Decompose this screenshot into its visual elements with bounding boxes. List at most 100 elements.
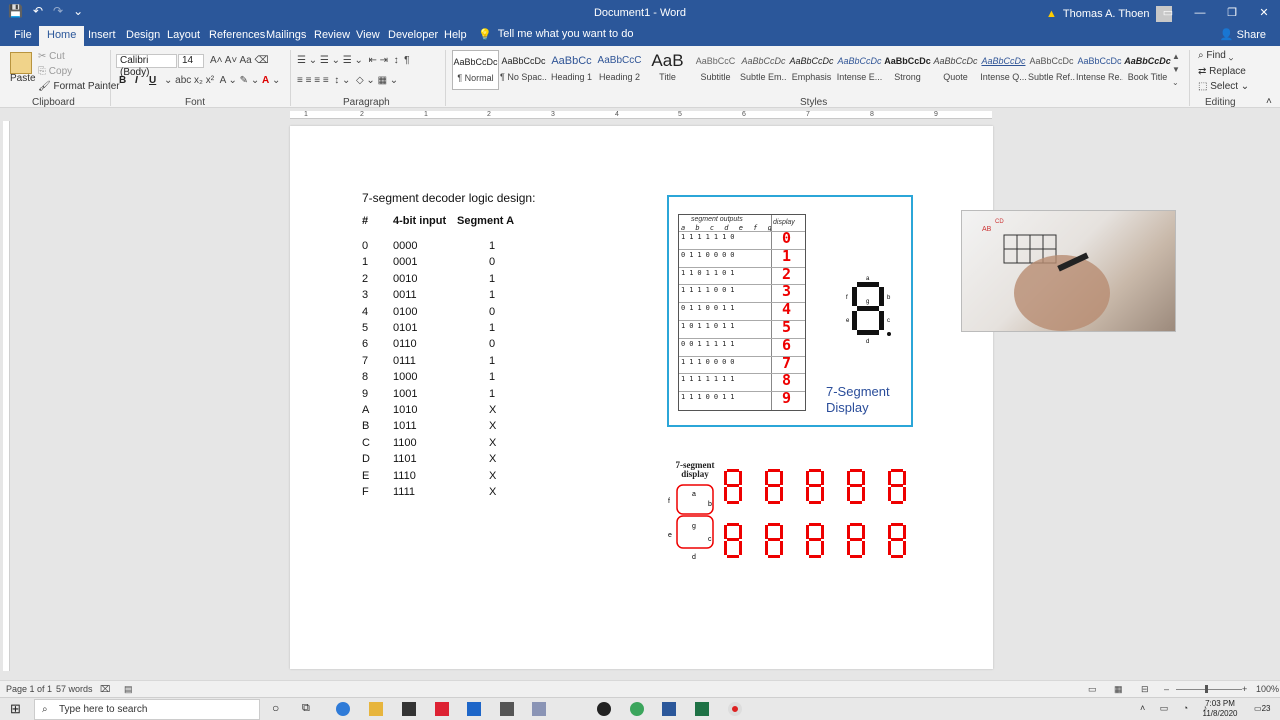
- style-preview: AaBbCcDc: [1124, 56, 1171, 66]
- seg-label-f: f: [668, 498, 670, 505]
- excel-icon[interactable]: [695, 702, 709, 716]
- style-subtle-emphasis[interactable]: AaBbCcDc Subtle Em...: [740, 50, 787, 90]
- style-normal[interactable]: AaBbCcDc ¶ Normal: [452, 50, 499, 90]
- display-segment: [806, 525, 809, 539]
- segment-display-figure[interactable]: 7-segment display a b c d e f g: [668, 458, 928, 563]
- gallery-scroll[interactable]: ▲ ▼ ⌄: [1172, 50, 1180, 89]
- style-book-title[interactable]: AaBbCcDc Book Title: [1124, 50, 1171, 90]
- text-effects-buttons[interactable]: ⌄ abc x₂ x² A ⌄ ✎ ⌄ A ⌄: [164, 75, 280, 86]
- store-icon[interactable]: [402, 702, 416, 716]
- ruler-number: 2: [360, 111, 364, 118]
- style-name: Heading 2: [598, 72, 641, 82]
- zoom-slider[interactable]: [1176, 689, 1242, 690]
- clock-app-icon[interactable]: [597, 702, 611, 716]
- ribbon-tabs: File Home Insert Design Layout Reference…: [0, 26, 1280, 46]
- row-input: 1100: [393, 436, 417, 449]
- read-mode-icon[interactable]: ▭: [1088, 684, 1097, 695]
- tell-me-box[interactable]: 💡 Tell me what you want to do: [478, 28, 633, 41]
- font-size-dropdown[interactable]: 14: [178, 54, 204, 68]
- customize-qat-icon[interactable]: ⌄: [73, 4, 83, 18]
- row-number: 6: [362, 338, 369, 351]
- save-icon[interactable]: 💾: [8, 4, 23, 18]
- underline-button[interactable]: U: [149, 75, 156, 86]
- italic-button[interactable]: I: [135, 75, 138, 86]
- format-painter-button[interactable]: 🖌 Format Painter: [38, 81, 120, 92]
- macro-icon[interactable]: ▤: [124, 684, 133, 695]
- font-name-dropdown[interactable]: Calibri (Body): [116, 54, 177, 78]
- outlook-icon[interactable]: [467, 702, 481, 716]
- tab-help[interactable]: Help: [436, 26, 475, 46]
- taskbar-search[interactable]: ⌕ Type here to search: [34, 699, 260, 720]
- horizontal-ruler[interactable]: 1 2 1 2 3 4 5 6 7 8 9: [290, 111, 992, 119]
- redo-icon[interactable]: ↷: [53, 4, 63, 18]
- word-count[interactable]: 57 words: [56, 684, 93, 694]
- notification-icon[interactable]: ▭23: [1254, 702, 1270, 716]
- ribbon-display-options-icon[interactable]: ▭: [1152, 0, 1184, 26]
- windows-start-icon[interactable]: ⊞: [10, 702, 24, 717]
- style-strong[interactable]: AaBbCcDc Strong: [884, 50, 931, 90]
- zoom-in-icon[interactable]: +: [1242, 684, 1247, 694]
- style-subtitle[interactable]: AaBbCcC Subtitle: [692, 50, 739, 90]
- style-emphasis[interactable]: AaBbCcDc Emphasis: [788, 50, 835, 90]
- print-layout-icon[interactable]: ▦: [1114, 684, 1123, 695]
- row-segment-a: 0: [489, 256, 496, 269]
- photos-icon[interactable]: [500, 702, 514, 716]
- style-no-spacing[interactable]: AaBbCcDc ¶ No Spac...: [500, 50, 547, 90]
- collapse-ribbon-icon[interactable]: ˄: [1266, 96, 1272, 107]
- style-intense-reference[interactable]: AaBbCcDc Intense Re...: [1076, 50, 1123, 90]
- style-quote[interactable]: AaBbCcDc Quote: [932, 50, 979, 90]
- edge-icon[interactable]: [336, 702, 350, 716]
- display-segment: [727, 523, 739, 526]
- list-buttons[interactable]: ☰ ⌄ ☰ ⌄ ☰ ⌄ ⇤ ⇥ ↕ ¶: [297, 55, 410, 66]
- word-icon[interactable]: [662, 702, 676, 716]
- style-subtle-reference[interactable]: AaBbCcDc Subtle Ref...: [1028, 50, 1075, 90]
- share-button[interactable]: 👤 Share: [1220, 28, 1266, 41]
- vertical-ruler[interactable]: [3, 121, 10, 671]
- cut-button[interactable]: ✂ Cut: [38, 51, 65, 62]
- style-title[interactable]: AaB Title: [644, 50, 691, 90]
- copy-label: Copy: [48, 66, 73, 77]
- style-intense-quote[interactable]: AaBbCcDc Intense Q...: [980, 50, 1027, 90]
- select-label: Select: [1210, 81, 1239, 92]
- record-icon[interactable]: [728, 702, 742, 716]
- close-icon[interactable]: ✕: [1248, 0, 1280, 26]
- style-heading-2[interactable]: AaBbCcC Heading 2: [596, 50, 643, 90]
- segment-label-g: g: [866, 299, 869, 305]
- select-button[interactable]: ⬚ Select ⌄: [1198, 81, 1249, 92]
- display-segment: [862, 525, 865, 539]
- restore-icon[interactable]: ❐: [1216, 0, 1248, 26]
- tab-home[interactable]: Home: [39, 26, 85, 46]
- zoom-out-icon[interactable]: –: [1164, 684, 1169, 694]
- caption-line-1: 7-Segment: [826, 384, 890, 399]
- proofing-icon[interactable]: ⌧: [100, 684, 110, 695]
- display-segment: [903, 471, 906, 485]
- tab-insert[interactable]: Insert: [80, 26, 124, 46]
- paste-icon[interactable]: [10, 52, 32, 74]
- replace-button[interactable]: ⇄ Replace: [1198, 66, 1246, 77]
- web-layout-icon[interactable]: ⊟: [1141, 684, 1149, 695]
- undo-icon[interactable]: ↶: [33, 4, 43, 18]
- file-explorer-icon[interactable]: [369, 702, 383, 716]
- seven-segment-digit: [888, 469, 906, 504]
- segment-outputs-figure[interactable]: segment outputs display a b c d e f g 11…: [667, 195, 913, 427]
- minimize-icon[interactable]: —: [1184, 0, 1216, 26]
- acrobat-icon[interactable]: [435, 702, 449, 716]
- document-page[interactable]: 7-segment decoder logic design: # 4-bit …: [290, 126, 993, 669]
- paste-button[interactable]: Paste: [10, 73, 36, 84]
- copy-button[interactable]: ⎘ Copy: [38, 66, 72, 77]
- page-count[interactable]: Page 1 of 1: [6, 684, 52, 694]
- zoom-level[interactable]: 100%: [1256, 684, 1279, 694]
- style-heading-1[interactable]: AaBbCc Heading 1: [548, 50, 595, 90]
- system-clock[interactable]: 7:03 PM 11/8/2020: [1198, 699, 1242, 719]
- font-size-buttons[interactable]: A˄ A˅ Aa ⌫: [210, 55, 269, 66]
- bold-button[interactable]: B: [119, 75, 126, 86]
- zoom-slider-thumb[interactable]: [1205, 685, 1208, 693]
- alignment-buttons[interactable]: ≡ ≡ ≡ ≡ ↕ ⌄ ◇ ⌄ ▦ ⌄: [297, 75, 398, 86]
- find-button[interactable]: ⌕ Find ⌄: [1198, 50, 1233, 61]
- cortana-icon[interactable]: ○: [272, 702, 286, 716]
- camera-icon[interactable]: [532, 702, 546, 716]
- tab-file[interactable]: File: [6, 26, 40, 46]
- task-view-icon[interactable]: ⧉: [302, 702, 316, 716]
- style-intense-emphasis[interactable]: AaBbCcDc Intense E...: [836, 50, 883, 90]
- chrome-icon[interactable]: [630, 702, 644, 716]
